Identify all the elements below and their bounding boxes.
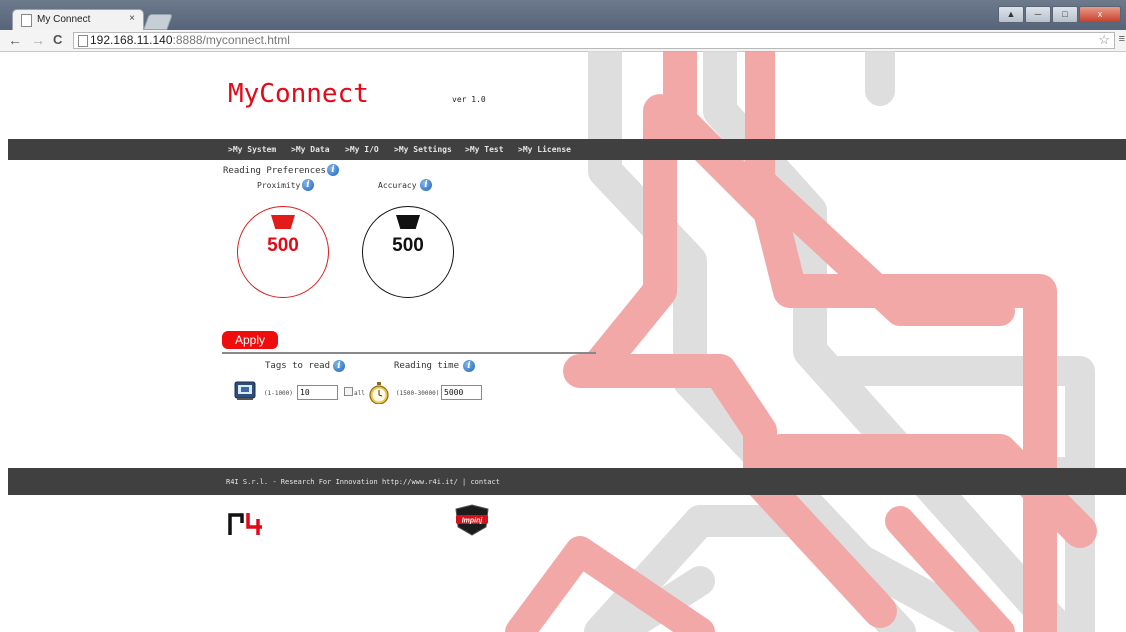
accuracy-value: 500 — [392, 235, 424, 256]
browser-toolbar: ← → C 192.168.11.140:8888/myconnect.html… — [0, 30, 1126, 52]
time-range-hint: (1500-30000) — [396, 390, 440, 397]
reading-time-input[interactable]: 5000 — [441, 385, 482, 400]
all-label: all — [354, 390, 365, 397]
forward-icon[interactable]: → — [31, 32, 45, 48]
url-path: :8888/myconnect.html — [172, 33, 290, 47]
tab-title: My Connect — [37, 14, 91, 25]
dial-marker — [396, 215, 420, 229]
divider — [222, 352, 596, 354]
reload-icon[interactable]: C — [53, 32, 62, 47]
app-title: MyConnect — [228, 79, 369, 109]
nav-my-io[interactable]: >My I/O — [345, 145, 379, 154]
info-icon[interactable]: i — [463, 360, 475, 372]
new-tab-button[interactable] — [143, 14, 173, 30]
all-tags-checkbox[interactable] — [344, 387, 353, 396]
reading-preferences-title: Reading Preferences — [223, 166, 326, 176]
accuracy-dial[interactable]: 500 — [362, 206, 454, 298]
browser-titlebar: My Connect × ▲ ─ □ x — [0, 0, 1126, 31]
document-icon — [78, 35, 88, 47]
nav-my-system[interactable]: >My System — [228, 145, 276, 154]
browser-tab[interactable]: My Connect × — [12, 9, 144, 31]
reading-time-label: Reading time — [394, 361, 460, 371]
bookmark-star-icon[interactable]: ☆ — [1098, 32, 1110, 47]
apply-button[interactable]: Apply — [222, 331, 278, 349]
proximity-label: Proximity — [257, 181, 301, 190]
nav-my-data[interactable]: >My Data — [291, 145, 330, 154]
page-content: MyConnect ver 1.0 >My System >My Data >M… — [0, 51, 1126, 632]
tab-close-icon[interactable]: × — [129, 13, 135, 24]
back-icon[interactable]: ← — [8, 32, 22, 48]
url-text: 192.168.11.140:8888/myconnect.html — [90, 33, 290, 48]
window-controls: ▲ ─ □ x — [998, 6, 1121, 23]
nav-my-test[interactable]: >My Test — [465, 145, 504, 154]
proximity-dial[interactable]: 500 — [237, 206, 329, 298]
minimize-button[interactable]: ─ — [1025, 6, 1051, 23]
window-extra-button[interactable]: ▲ — [998, 6, 1024, 23]
r4i-logo — [228, 513, 262, 535]
accuracy-label: Accuracy — [378, 181, 417, 190]
tags-to-read-label: Tags to read — [265, 361, 331, 371]
nav-my-settings[interactable]: >My Settings — [394, 145, 452, 154]
close-window-button[interactable]: x — [1079, 6, 1121, 23]
info-icon[interactable]: i — [420, 179, 432, 191]
maximize-button[interactable]: □ — [1052, 6, 1078, 23]
tags-range-hint: (1-1000) — [264, 390, 293, 397]
footer-bar: R4I S.r.l. - Research For Innovation htt… — [8, 468, 1126, 495]
dial-marker — [271, 215, 295, 229]
address-bar[interactable]: 192.168.11.140:8888/myconnect.html ☆ — [73, 32, 1115, 49]
version-label: ver 1.0 — [452, 95, 486, 104]
footer-separator: | — [457, 478, 471, 486]
impinj-text: Impinj — [462, 518, 484, 525]
stopwatch-icon — [369, 382, 389, 404]
url-host: 192.168.11.140 — [90, 33, 173, 47]
company-link[interactable]: http://www.r4i.it/ — [382, 478, 458, 486]
impinj-logo: Impinj — [455, 504, 489, 536]
page-icon — [21, 14, 32, 27]
company-name: R4I S.r.l. - Research For Innovation — [226, 478, 382, 486]
info-icon[interactable]: i — [333, 360, 345, 372]
info-icon[interactable]: i — [327, 164, 339, 176]
browser-menu-icon[interactable]: ≡ — [1119, 33, 1125, 45]
nav-my-license[interactable]: >My License — [518, 145, 571, 154]
rfid-reader-icon — [234, 381, 256, 400]
proximity-value: 500 — [267, 235, 299, 256]
info-icon[interactable]: i — [302, 179, 314, 191]
footer-text: R4I S.r.l. - Research For Innovation htt… — [226, 478, 500, 486]
main-nav: >My System >My Data >My I/O >My Settings… — [8, 139, 1126, 160]
contact-link[interactable]: contact — [470, 478, 500, 486]
tags-to-read-input[interactable]: 10 — [297, 385, 338, 400]
